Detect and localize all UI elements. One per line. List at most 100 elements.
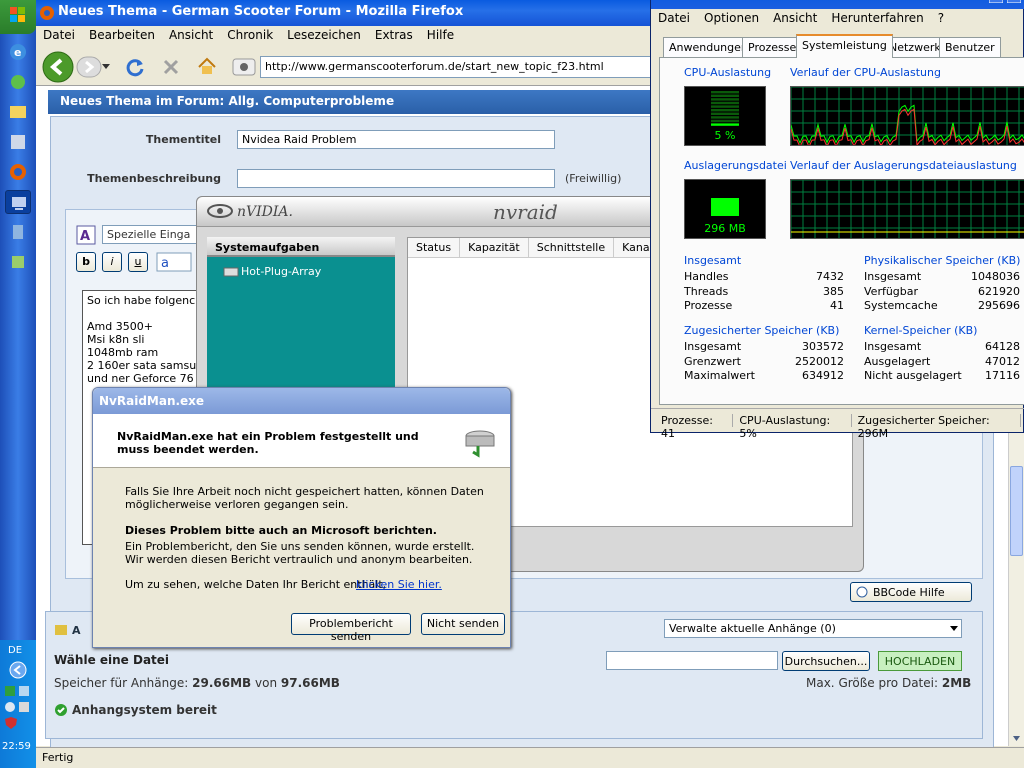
cpu-meter-segment	[711, 105, 739, 108]
col-capacity[interactable]: Kapazität	[460, 238, 529, 257]
site-identity-icon[interactable]	[232, 58, 256, 76]
storage-used: 29.66MB	[192, 676, 252, 690]
minimize-button[interactable]	[989, 0, 1003, 3]
status-commit: Zugesicherter Speicher: 296M	[852, 414, 1021, 440]
ie-quicklaunch-icon[interactable]: e	[5, 40, 31, 64]
windows-logo-icon	[10, 7, 25, 22]
system-tasks-header: Systemaufgaben	[207, 237, 395, 257]
reload-icon[interactable]	[124, 56, 146, 78]
dont-send-button[interactable]: Nicht senden	[421, 613, 505, 635]
error-headline: NvRaidMan.exe hat ein Problem festgestel…	[117, 430, 419, 456]
font-style-icon[interactable]: A	[76, 225, 96, 245]
cpu-meter-value: 5 %	[714, 129, 736, 142]
file-path-input[interactable]	[606, 651, 778, 670]
menu-hilfe[interactable]: Hilfe	[420, 26, 461, 44]
taskmanager-task-icon[interactable]	[5, 190, 31, 214]
scroll-thumb[interactable]	[1010, 466, 1023, 556]
nvidia-brand: nVIDIA.	[237, 204, 293, 220]
error-text-2-title: Dieses Problem bitte auch an Microsoft b…	[125, 524, 437, 537]
italic-button[interactable]: i	[102, 252, 122, 272]
error-dialog-title[interactable]: NvRaidMan.exe	[93, 388, 510, 414]
send-report-button[interactable]: Problembericht senden	[291, 613, 411, 643]
maximize-button[interactable]	[1007, 0, 1021, 3]
font-color-icon[interactable]: a	[156, 252, 192, 272]
stat-key: Insgesamt	[864, 270, 922, 283]
storage-of: von	[255, 676, 278, 690]
tray-network-icon[interactable]	[4, 684, 32, 698]
clock[interactable]: 22:59	[2, 741, 31, 752]
game-quicklaunch-icon[interactable]	[5, 250, 31, 274]
topic-desc-input[interactable]	[237, 169, 555, 188]
pagefile-history-svg	[791, 180, 1024, 238]
status-cpu: CPU-Auslastung: 5%	[733, 414, 852, 440]
bbcode-help-button[interactable]: BBCode Hilfe	[850, 582, 972, 602]
stat-row: Verfügbar 621920	[864, 285, 1020, 300]
totals-table: Handles 7432 Threads 385 Prozesse 41	[684, 270, 844, 314]
language-indicator[interactable]: DE	[8, 645, 22, 656]
back-button[interactable]	[42, 51, 74, 83]
forward-button[interactable]	[76, 56, 102, 78]
choose-file-label: Wähle eine Datei	[54, 653, 170, 667]
menu-bearbeiten[interactable]: Bearbeiten	[82, 26, 162, 44]
tray-security-icon[interactable]	[4, 716, 18, 730]
recycle-quicklaunch-icon[interactable]	[5, 220, 31, 244]
browse-button[interactable]: Durchsuchen...	[782, 651, 870, 671]
bold-button[interactable]: b	[76, 252, 96, 272]
menu-chronik[interactable]: Chronik	[220, 26, 280, 44]
cpu-usage-label: CPU-Auslastung	[684, 66, 772, 79]
bbcode-help-label: BBCode Hilfe	[873, 586, 945, 599]
start-button[interactable]	[0, 0, 36, 34]
tab-prozesse[interactable]: Prozesse	[742, 37, 803, 57]
tm-menu-datei[interactable]: Datei	[651, 9, 697, 27]
stat-key: Verfügbar	[864, 284, 919, 298]
details-link[interactable]: klicken Sie hier.	[356, 578, 442, 591]
tab-benutzer[interactable]: Benutzer	[939, 37, 1001, 57]
optional-hint: (Freiwillig)	[565, 172, 622, 185]
url-bar[interactable]: http://www.germanscooterforum.de/start_n…	[260, 56, 670, 78]
manage-attachments-select[interactable]: Verwalte aktuelle Anhänge (0)	[664, 619, 962, 638]
upload-button[interactable]: HOCHLADEN	[878, 651, 962, 671]
tray-nvidia-icon[interactable]	[4, 700, 32, 714]
tm-menu-optionen[interactable]: Optionen	[697, 9, 766, 27]
col-status[interactable]: Status	[408, 238, 461, 257]
stat-row: Insgesamt 64128	[864, 340, 1020, 355]
stat-row: Ausgelagert 47012	[864, 355, 1020, 370]
nvraid-product-title: nvraid	[493, 200, 558, 224]
tool-quicklaunch-icon[interactable]	[5, 130, 31, 154]
tm-menu-help[interactable]: ?	[931, 9, 951, 27]
cpu-history-graph	[790, 86, 1024, 146]
stat-key: Insgesamt	[684, 340, 742, 353]
task-manager-title-bar[interactable]	[651, 0, 1024, 9]
firefox-icon	[39, 5, 55, 21]
stat-key: Systemcache	[864, 299, 938, 312]
error-headline-area: NvRaidMan.exe hat ein Problem festgestel…	[93, 414, 510, 468]
special-input-select[interactable]: Spezielle Einga	[102, 225, 202, 244]
history-dropdown-icon[interactable]	[102, 62, 110, 70]
menu-ansicht[interactable]: Ansicht	[162, 26, 220, 44]
menu-extras[interactable]: Extras	[368, 26, 420, 44]
topic-title-input[interactable]: Nvidea Raid Problem	[237, 130, 555, 149]
app-quicklaunch-icon[interactable]	[5, 70, 31, 94]
mail-quicklaunch-icon[interactable]	[5, 100, 31, 124]
underline-button[interactable]: u	[128, 252, 148, 272]
stat-value: 64128	[985, 340, 1020, 353]
firefox-quicklaunch-icon[interactable]	[5, 160, 31, 184]
tm-menu-ansicht[interactable]: Ansicht	[766, 9, 824, 27]
help-icon	[856, 586, 868, 598]
menu-lesezeichen[interactable]: Lesezeichen	[280, 26, 368, 44]
stop-icon[interactable]	[160, 56, 182, 78]
tray-expand-icon[interactable]	[8, 661, 28, 679]
tab-anwendungen[interactable]: Anwendungen	[663, 37, 754, 57]
cpu-meter-segment	[711, 119, 739, 123]
col-interface[interactable]: Schnittstelle	[529, 238, 615, 257]
tm-menu-herunterfahren[interactable]: Herunterfahren	[824, 9, 930, 27]
home-icon[interactable]	[196, 56, 218, 78]
tab-systemleistung[interactable]: Systemleistung	[796, 34, 893, 58]
hotplug-array-link[interactable]: Hot-Plug-Array	[241, 265, 321, 278]
menu-datei[interactable]: Datei	[36, 26, 82, 44]
performance-panel: CPU-Auslastung 5 % Verlauf der CPU-Ausla…	[659, 57, 1024, 405]
error-dialog: NvRaidMan.exe NvRaidMan.exe hat ein Prob…	[92, 387, 511, 648]
scroll-down-icon[interactable]	[1010, 732, 1023, 744]
attachment-title: A	[72, 624, 81, 637]
task-manager-window: Datei Optionen Ansicht Herunterfahren? Anwe…	[650, 0, 1024, 440]
